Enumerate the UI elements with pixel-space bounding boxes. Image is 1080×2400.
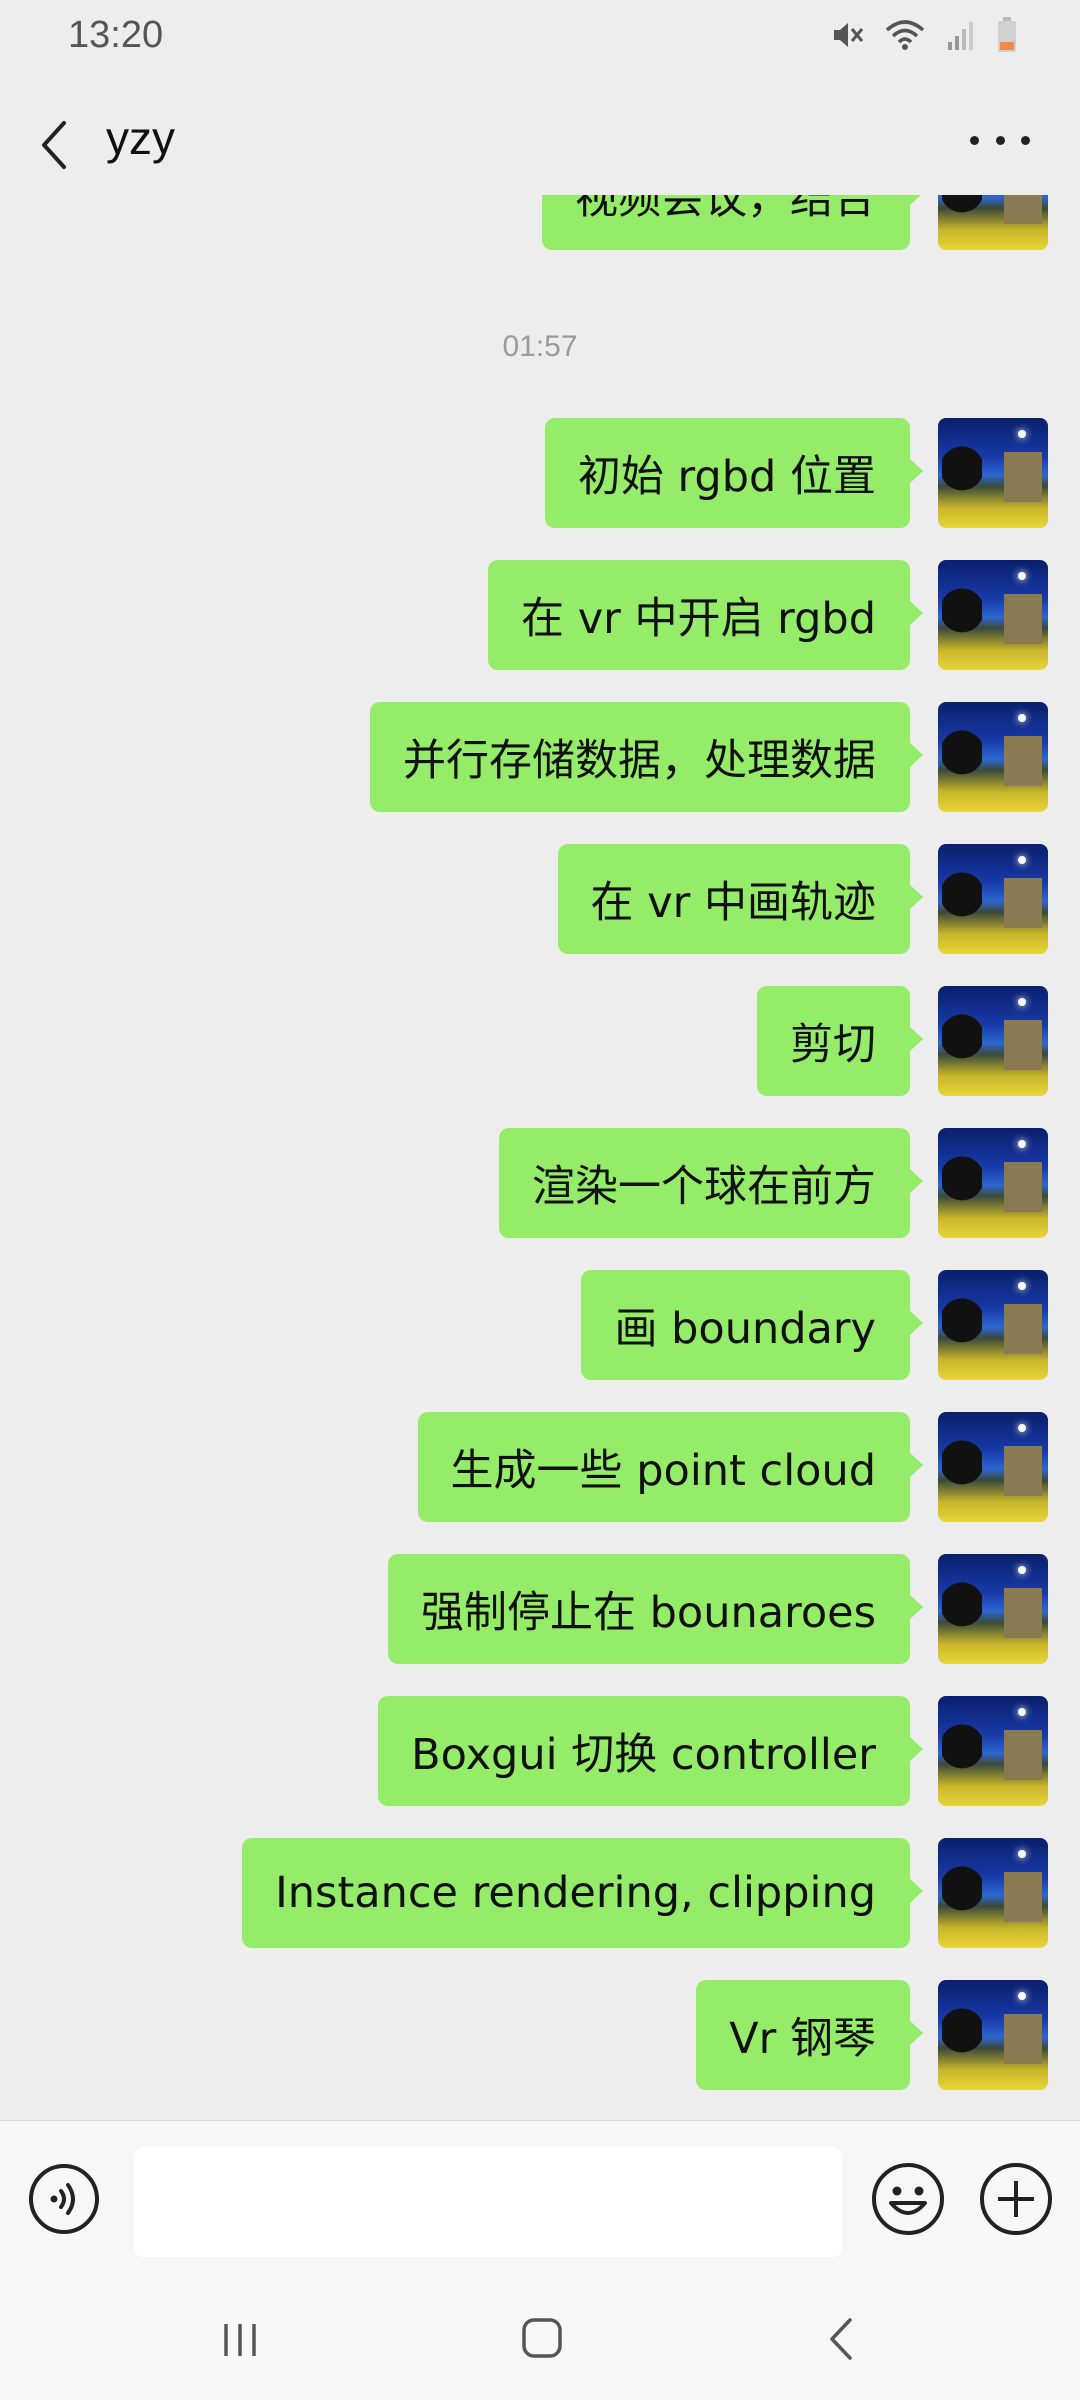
message-text: 渲染一个球在前方 [532,1162,876,1212]
message-bubble[interactable]: 并行存储数据，处理数据 [370,702,923,812]
message-row: Instance rendering, clipping [242,1838,1048,1948]
status-time: 13:20 [68,14,164,56]
message-bubble[interactable]: Instance rendering, clipping [242,1838,923,1948]
message-bubble[interactable]: 在 vr 中画轨迹 [557,844,924,954]
message-bubble[interactable]: 在 vr 中开启 rgbd [488,560,923,670]
mute-icon [834,23,864,47]
message-row: 视频会议，结合 [542,195,1048,250]
wifi-icon [885,20,925,50]
avatar[interactable] [938,195,1048,250]
message-bubble[interactable]: Vr 钢琴 [696,1980,923,2090]
recent-apps-icon [224,2324,256,2356]
voice-icon [29,2164,99,2234]
message-timestamp: 01:57 [502,330,578,363]
more-button[interactable] [970,115,1030,165]
message-text: 画 boundary [614,1304,876,1354]
message-row: 生成一些 point cloud [417,1412,1048,1522]
more-icon [970,135,979,145]
navigation-bar [0,2280,1080,2400]
back-button[interactable] [34,115,84,175]
avatar[interactable] [938,702,1048,812]
plus-icon [980,2163,1052,2235]
home-icon [522,2318,562,2358]
message-row: 并行存储数据，处理数据 [370,702,1048,812]
message-row: 初始 rgbd 位置 [544,418,1048,528]
message-text: Instance rendering, clipping [275,1868,876,1918]
avatar[interactable] [938,1128,1048,1238]
avatar[interactable] [938,1270,1048,1380]
voice-button[interactable] [28,2163,100,2235]
avatar[interactable] [938,986,1048,1096]
message-row: 在 vr 中开启 rgbd [488,560,1048,670]
chat-header: yzy [0,85,1080,195]
avatar[interactable] [938,1554,1048,1664]
message-row: Vr 钢琴 [696,1980,1048,2090]
chat-screen: 13:20 yzy 视频会议，结合 01:57 初始 rgbd 位置 在 vr … [0,0,1080,2400]
message-row: 剪切 [757,986,1048,1096]
message-text: 初始 rgbd 位置 [577,452,876,502]
message-bubble[interactable]: 生成一些 point cloud [417,1412,924,1522]
avatar[interactable] [938,1412,1048,1522]
plus-button[interactable] [978,2161,1054,2237]
back-icon [830,2318,852,2360]
home-button[interactable] [518,2314,566,2362]
message-bubble[interactable]: 初始 rgbd 位置 [544,418,924,528]
avatar[interactable] [938,844,1048,954]
battery-icon [998,17,1016,52]
recent-apps-button[interactable] [218,2318,262,2362]
message-bubble[interactable]: 画 boundary [581,1270,923,1380]
chevron-left-icon [42,121,66,169]
emoji-button[interactable] [870,2161,946,2237]
message-bubble[interactable]: 视频会议，结合 [542,195,923,250]
message-bubble[interactable]: 渲染一个球在前方 [499,1128,923,1238]
message-text: 生成一些 point cloud [450,1446,876,1496]
chat-title: yzy [106,112,175,164]
avatar[interactable] [938,418,1048,528]
message-bubble[interactable]: 强制停止在 bounaroes [387,1554,924,1664]
message-text: Boxgui 切换 controller [411,1730,876,1780]
avatar[interactable] [938,1838,1048,1948]
message-bubble[interactable]: Boxgui 切换 controller [378,1696,923,1806]
message-row: Boxgui 切换 controller [378,1696,1048,1806]
message-row: 在 vr 中画轨迹 [557,844,1048,954]
message-text: 在 vr 中画轨迹 [590,878,876,928]
system-back-button[interactable] [822,2314,862,2364]
status-bar: 13:20 [0,0,1080,75]
message-text: 在 vr 中开启 rgbd [521,594,876,644]
avatar[interactable] [938,1696,1048,1806]
message-text: 剪切 [790,1020,876,1070]
message-row: 强制停止在 bounaroes [387,1554,1048,1664]
message-text: 并行存储数据，处理数据 [403,736,876,786]
message-bubble[interactable]: 剪切 [757,986,923,1096]
message-row: 画 boundary [581,1270,1048,1380]
status-icons [830,16,1018,54]
message-text: 视频会议，结合 [575,195,876,224]
message-text: 强制停止在 bounaroes [420,1588,876,1638]
message-text: Vr 钢琴 [729,2014,876,2064]
message-row: 渲染一个球在前方 [499,1128,1048,1238]
input-bar [0,2120,1080,2281]
message-list[interactable]: 视频会议，结合 01:57 初始 rgbd 位置 在 vr 中开启 rgbd 并… [0,195,1080,2120]
avatar[interactable] [938,1980,1048,2090]
emoji-icon [872,2163,944,2235]
message-input[interactable] [134,2147,842,2257]
signal-icon [948,22,973,50]
avatar[interactable] [938,560,1048,670]
